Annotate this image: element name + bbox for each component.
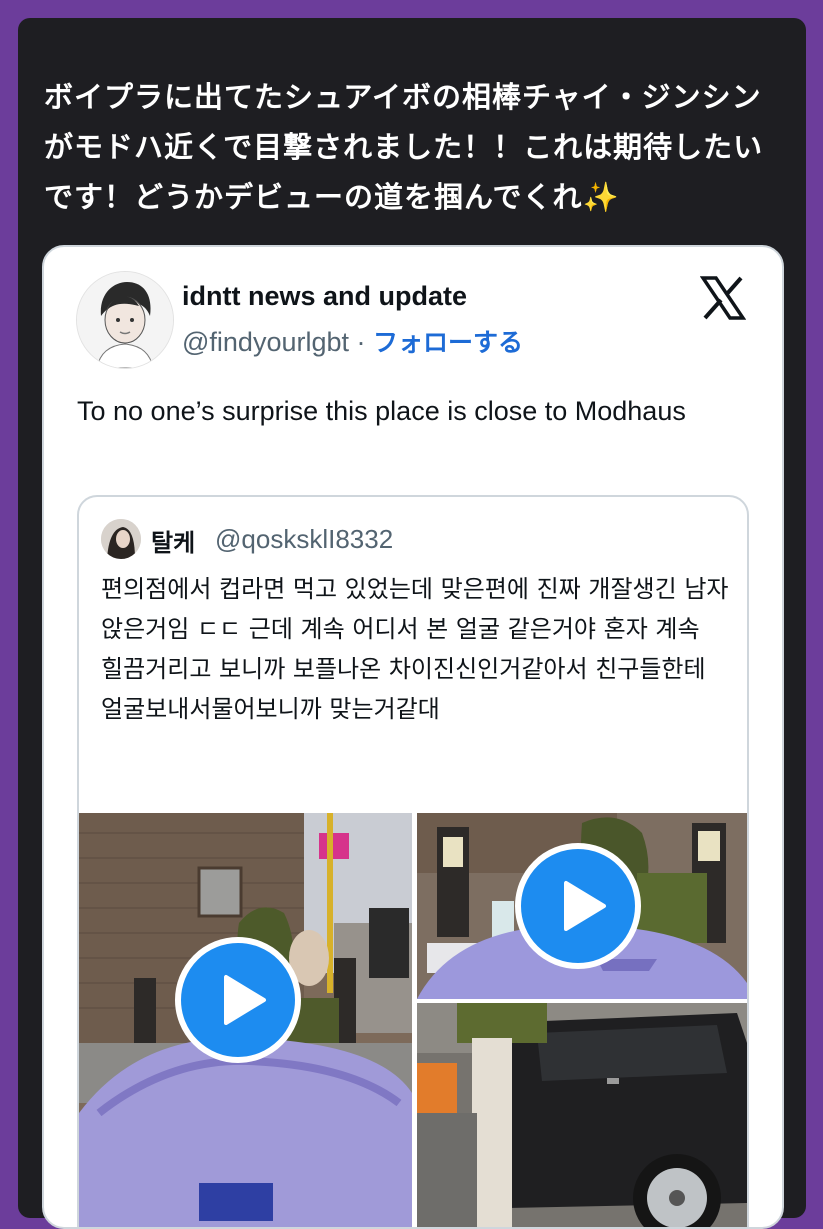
video-thumbnail[interactable] — [79, 813, 412, 1227]
post-text-content: ボイプラに出てたシュアイボの相棒チャイ・ジンシンがモドハ近くで目撃されました！！… — [44, 80, 764, 214]
avatar-image — [77, 272, 173, 368]
quote-avatar-image — [101, 519, 141, 559]
x-logo-icon[interactable] — [699, 275, 747, 321]
video-frame-car — [417, 1003, 747, 1227]
quote-display-name[interactable]: 탈케 — [151, 523, 195, 558]
handle-separator: · — [349, 327, 373, 357]
play-button[interactable] — [175, 937, 301, 1063]
handle-row: @findyourlgbt · フォローする — [182, 323, 523, 359]
tweet-body: To no one’s surprise this place is close… — [77, 396, 686, 426]
display-name[interactable]: idntt news and update — [182, 281, 467, 312]
sparkles-icon: ✨ — [582, 180, 620, 214]
follow-link[interactable]: フォローする — [373, 328, 523, 357]
image-thumbnail[interactable] — [417, 1003, 747, 1227]
user-handle[interactable]: @findyourlgbt — [182, 327, 349, 357]
post-text: ボイプラに出てたシュアイボの相棒チャイ・ジンシンがモドハ近くで目撃されました！！… — [44, 72, 774, 222]
quote-text: 편의점에서 컵라면 먹고 있었는데 맞은편에 진짜 개잘생긴 남자 앉은거임 ㄷ… — [101, 575, 729, 723]
video-thumbnail[interactable] — [417, 813, 747, 999]
play-button[interactable] — [515, 843, 641, 969]
quoted-tweet[interactable]: 탈케 @qosksklI8332 편의점에서 컵라면 먹고 있었는데 맞은편에 … — [77, 495, 749, 1227]
avatar[interactable] — [76, 271, 174, 369]
play-icon — [224, 975, 266, 1025]
quote-avatar[interactable] — [101, 519, 141, 559]
quote-handle[interactable]: @qosksklI8332 — [215, 524, 393, 555]
play-icon — [564, 881, 606, 931]
embedded-tweet-card[interactable]: idntt news and update @findyourlgbt · フォ… — [42, 245, 784, 1229]
